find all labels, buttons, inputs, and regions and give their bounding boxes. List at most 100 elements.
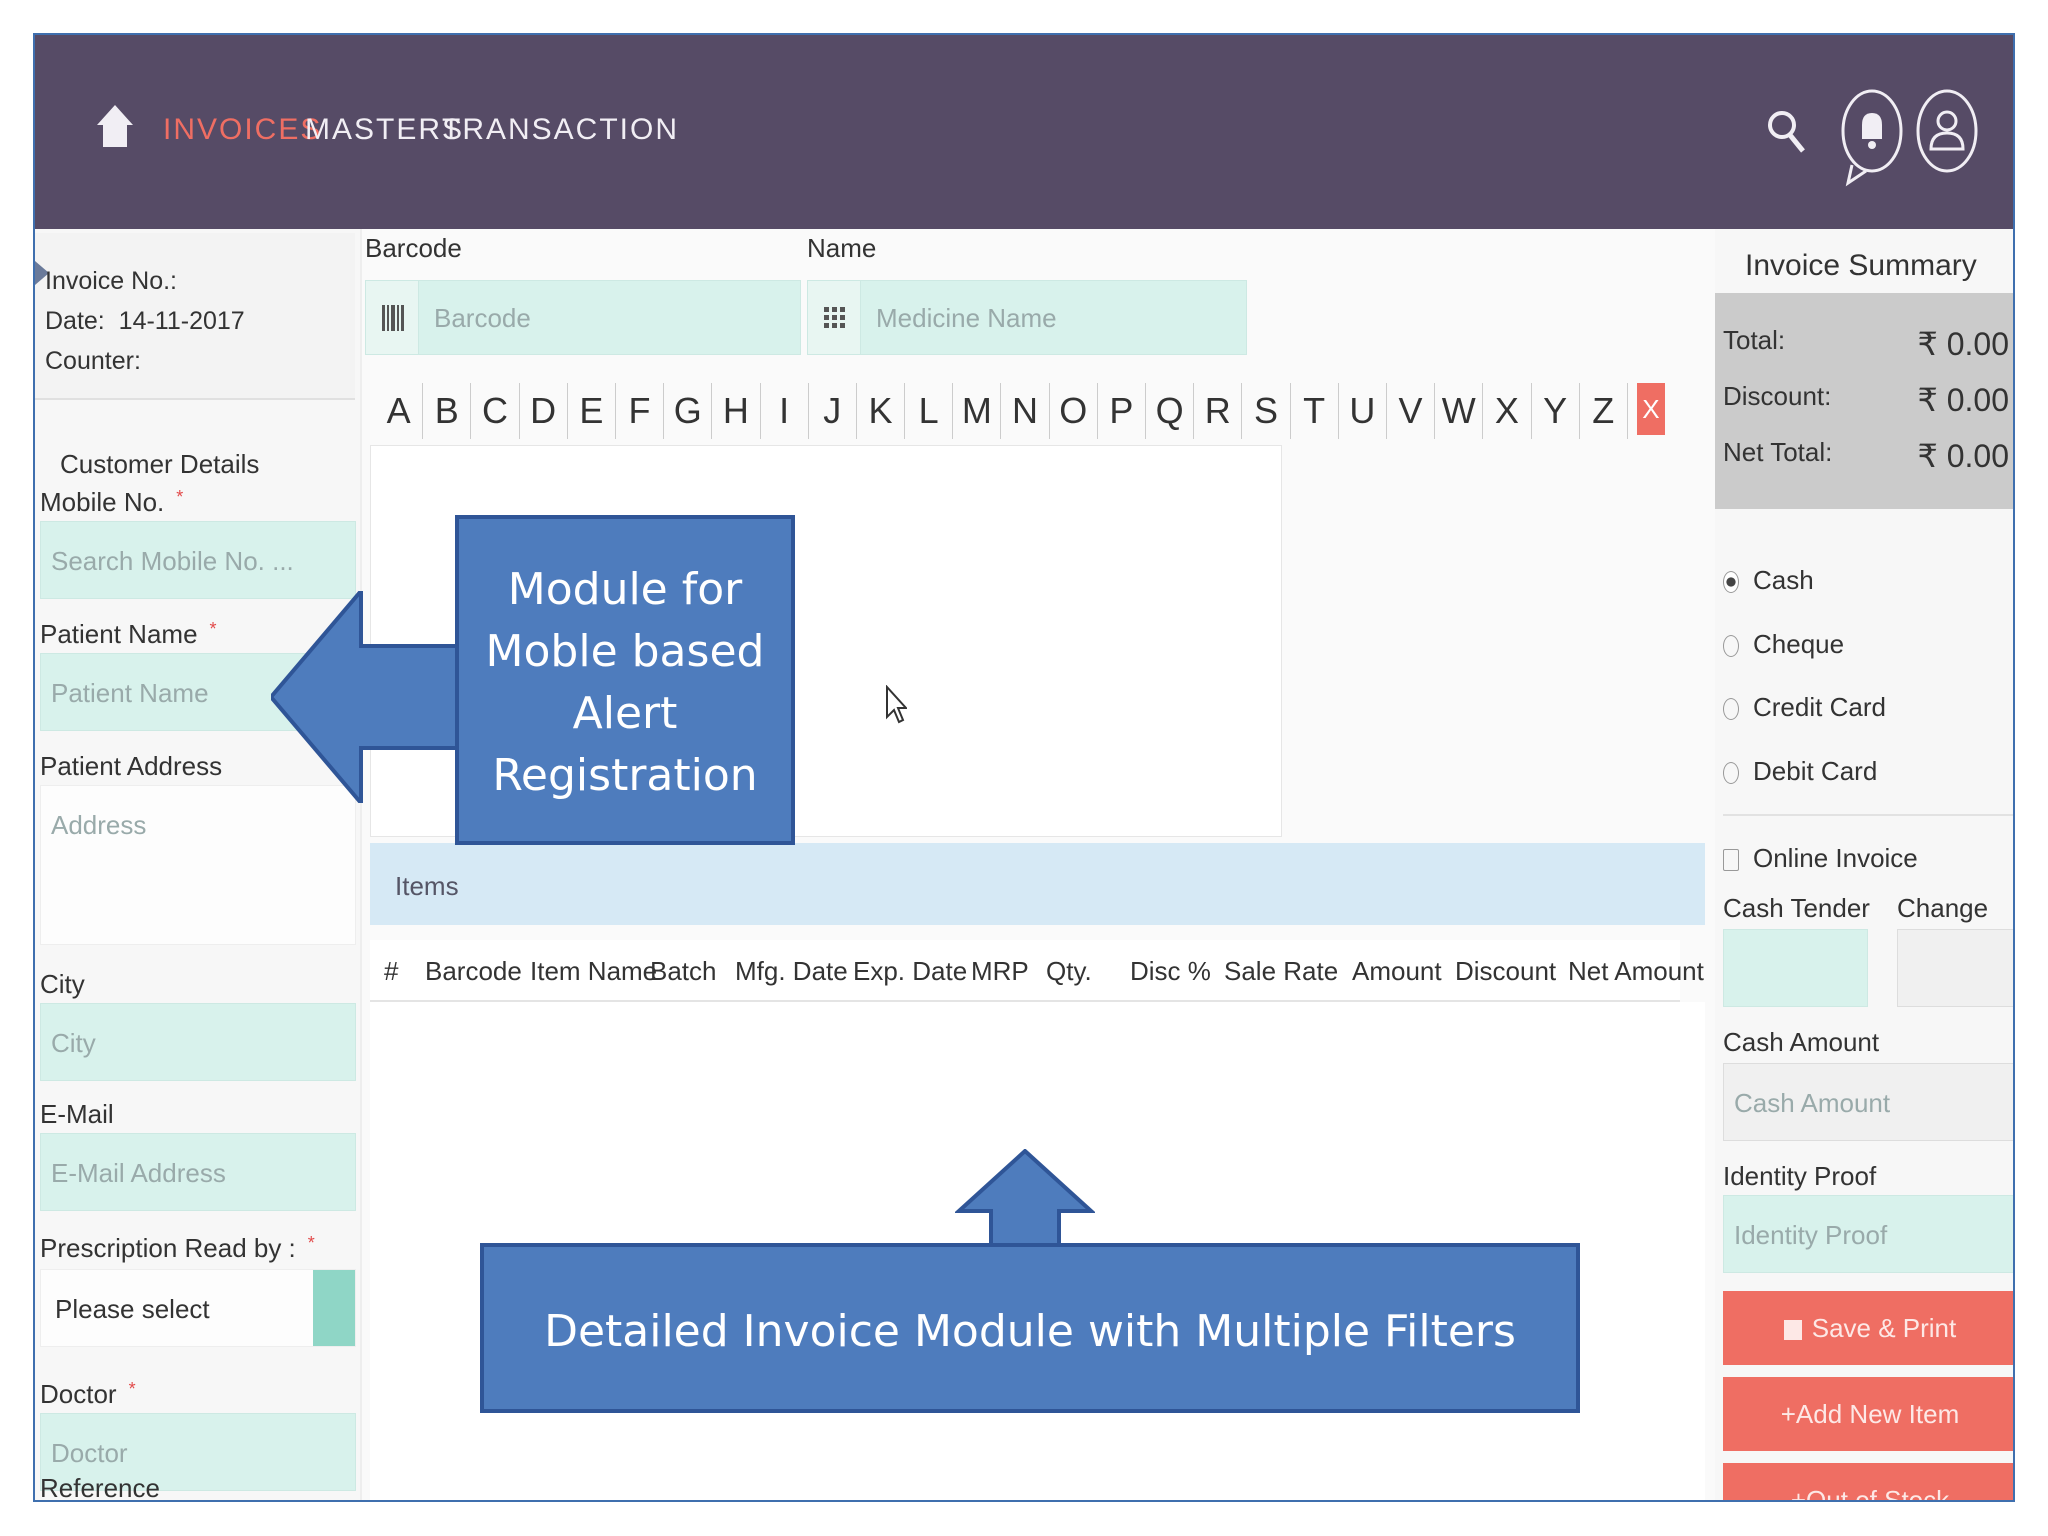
cash-tender-label: Cash Tender	[1723, 893, 1870, 923]
invoice-info-box: Invoice No.: Date: 14-11-2017 Counter:	[35, 233, 355, 400]
letter-filter-u[interactable]: U	[1339, 383, 1387, 439]
payment-radio-credit-card[interactable]: Credit Card	[1723, 692, 1886, 723]
letter-filter-q[interactable]: Q	[1146, 383, 1195, 439]
nav-transaction[interactable]: TRANSACTION	[442, 113, 679, 147]
net-total-value: ₹ 0.00	[1917, 438, 2009, 474]
items-title: Items	[395, 871, 459, 901]
radio-icon	[1723, 698, 1739, 721]
medicine-name-input[interactable]: Medicine Name	[807, 280, 1247, 355]
bell-icon[interactable]	[1840, 83, 1904, 193]
prescription-select[interactable]: Please select	[40, 1269, 356, 1347]
barcode-label: Barcode	[365, 233, 462, 263]
add-new-item-button[interactable]: +Add New Item	[1723, 1377, 2013, 1451]
customer-details-title: Customer Details	[60, 449, 260, 479]
online-invoice-checkbox[interactable]: Online Invoice	[1723, 843, 1918, 874]
letter-filter-l[interactable]: L	[905, 383, 954, 439]
items-table-header: # Barcode Item Name Batch Mfg. Date Exp. Date…	[370, 940, 1704, 1002]
letter-filter-w[interactable]: W	[1435, 383, 1484, 439]
column-header[interactable]: MRP	[971, 956, 1029, 987]
letter-filter-j[interactable]: J	[809, 383, 857, 439]
column-header[interactable]: Mfg. Date	[735, 956, 848, 987]
user-icon[interactable]	[1915, 83, 1979, 183]
checkbox-icon	[1723, 849, 1739, 872]
letter-filter-g[interactable]: G	[664, 383, 713, 439]
payment-radio-cheque[interactable]: Cheque	[1723, 629, 1844, 660]
name-label: Name	[807, 233, 877, 263]
column-header[interactable]: #	[384, 956, 398, 987]
save-print-label: Save & Print	[1811, 1313, 1957, 1343]
email-input[interactable]: E-Mail Address	[40, 1133, 356, 1211]
out-of-stock-button[interactable]: +Out of Stock	[1723, 1463, 2013, 1500]
payment-radio-debit-card[interactable]: Debit Card	[1723, 756, 1877, 787]
letter-filter-y[interactable]: Y	[1532, 383, 1580, 439]
letter-filter-a[interactable]: A	[375, 383, 424, 439]
clear-filter-button[interactable]: X	[1636, 383, 1665, 435]
net-total-row: Net Total: ₹ 0.00	[1723, 437, 2009, 474]
letter-filter-k[interactable]: K	[857, 383, 906, 439]
column-header[interactable]: Amount	[1352, 956, 1442, 987]
summary-title: Invoice Summary	[1745, 249, 1977, 282]
radio-icon	[1723, 762, 1739, 785]
column-header[interactable]: Item Name	[530, 956, 657, 987]
letter-filter-t[interactable]: T	[1291, 383, 1339, 439]
letter-filter-d[interactable]: D	[520, 383, 568, 439]
counter-label: Counter:	[45, 347, 141, 375]
payment-label: Cash	[1753, 565, 1814, 595]
letter-filter-m[interactable]: M	[953, 383, 1002, 439]
identity-proof-input[interactable]: Identity Proof	[1723, 1195, 2013, 1273]
reference-label: Reference	[40, 1473, 160, 1502]
mobile-search-input[interactable]: Search Mobile No. ...	[40, 521, 356, 599]
letter-filter-z[interactable]: Z	[1580, 383, 1628, 439]
letter-filter-r[interactable]: R	[1194, 383, 1243, 439]
cash-tender-input[interactable]	[1723, 929, 1868, 1007]
barcode-placeholder: Barcode	[434, 303, 531, 333]
divider	[1723, 814, 2013, 816]
nav-masters[interactable]: MASTERS	[305, 113, 464, 147]
letter-filter-v[interactable]: V	[1387, 383, 1436, 439]
letter-filter-e[interactable]: E	[568, 383, 616, 439]
letter-filter-c[interactable]: C	[471, 383, 520, 439]
column-header[interactable]: Batch	[650, 956, 717, 987]
letter-filter-p[interactable]: P	[1098, 383, 1146, 439]
payment-radio-cash[interactable]: Cash	[1723, 565, 1814, 596]
letter-filter-x[interactable]: X	[1483, 383, 1532, 439]
letter-filter-h[interactable]: H	[712, 383, 761, 439]
letter-filter-s[interactable]: S	[1242, 383, 1291, 439]
app-frame: INVOICES MASTERS TRANSACTION Invoice No.…	[33, 33, 2015, 1502]
callout-line: Moble based	[485, 626, 765, 677]
chevron-down-icon[interactable]	[313, 1270, 355, 1346]
barcode-input[interactable]: Barcode	[365, 280, 801, 355]
customer-panel: Invoice No.: Date: 14-11-2017 Counter: C…	[35, 229, 362, 1502]
letter-filter-n[interactable]: N	[1001, 383, 1050, 439]
mouse-pointer-icon	[886, 685, 907, 724]
column-header[interactable]: Net Amount	[1568, 956, 1704, 987]
change-label: Change	[1897, 893, 1989, 923]
prescription-value: Please select	[55, 1294, 210, 1324]
column-header[interactable]: Exp. Date	[853, 956, 967, 987]
required-mark: *	[307, 1233, 315, 1253]
letter-filter-b[interactable]: B	[423, 383, 472, 439]
barcode-icon	[366, 281, 419, 354]
cash-amount-input[interactable]: Cash Amount	[1723, 1063, 2013, 1141]
search-icon[interactable]	[1765, 107, 1809, 157]
nav-invoices[interactable]: INVOICES	[163, 113, 322, 147]
column-header[interactable]: Qty.	[1046, 956, 1092, 987]
net-total-label: Net Total:	[1723, 437, 1833, 467]
identity-proof-label: Identity Proof	[1723, 1161, 1877, 1191]
city-input[interactable]: City	[40, 1003, 356, 1081]
letter-filter-f[interactable]: F	[616, 383, 665, 439]
alert-registration-callout: Module for Moble based Alert Registratio…	[455, 515, 795, 845]
address-textarea[interactable]: Address	[40, 785, 356, 945]
letter-filter-i[interactable]: I	[761, 383, 809, 439]
column-header[interactable]: Barcode	[425, 956, 522, 987]
mobile-label: Mobile No. *	[40, 487, 183, 518]
summary-totals: Total: ₹ 0.00 Discount: ₹ 0.00 Net Total: ₹…	[1715, 293, 2013, 509]
payment-label: Debit Card	[1753, 756, 1878, 786]
letter-filter-o[interactable]: O	[1050, 383, 1098, 439]
patient-name-label: Patient Name *	[40, 619, 217, 650]
save-print-button[interactable]: Save & Print	[1723, 1291, 2013, 1365]
column-header[interactable]: Disc %	[1130, 956, 1211, 987]
column-header[interactable]: Sale Rate	[1224, 956, 1338, 987]
column-header[interactable]: Discount	[1455, 956, 1556, 987]
home-icon[interactable]	[95, 103, 135, 149]
